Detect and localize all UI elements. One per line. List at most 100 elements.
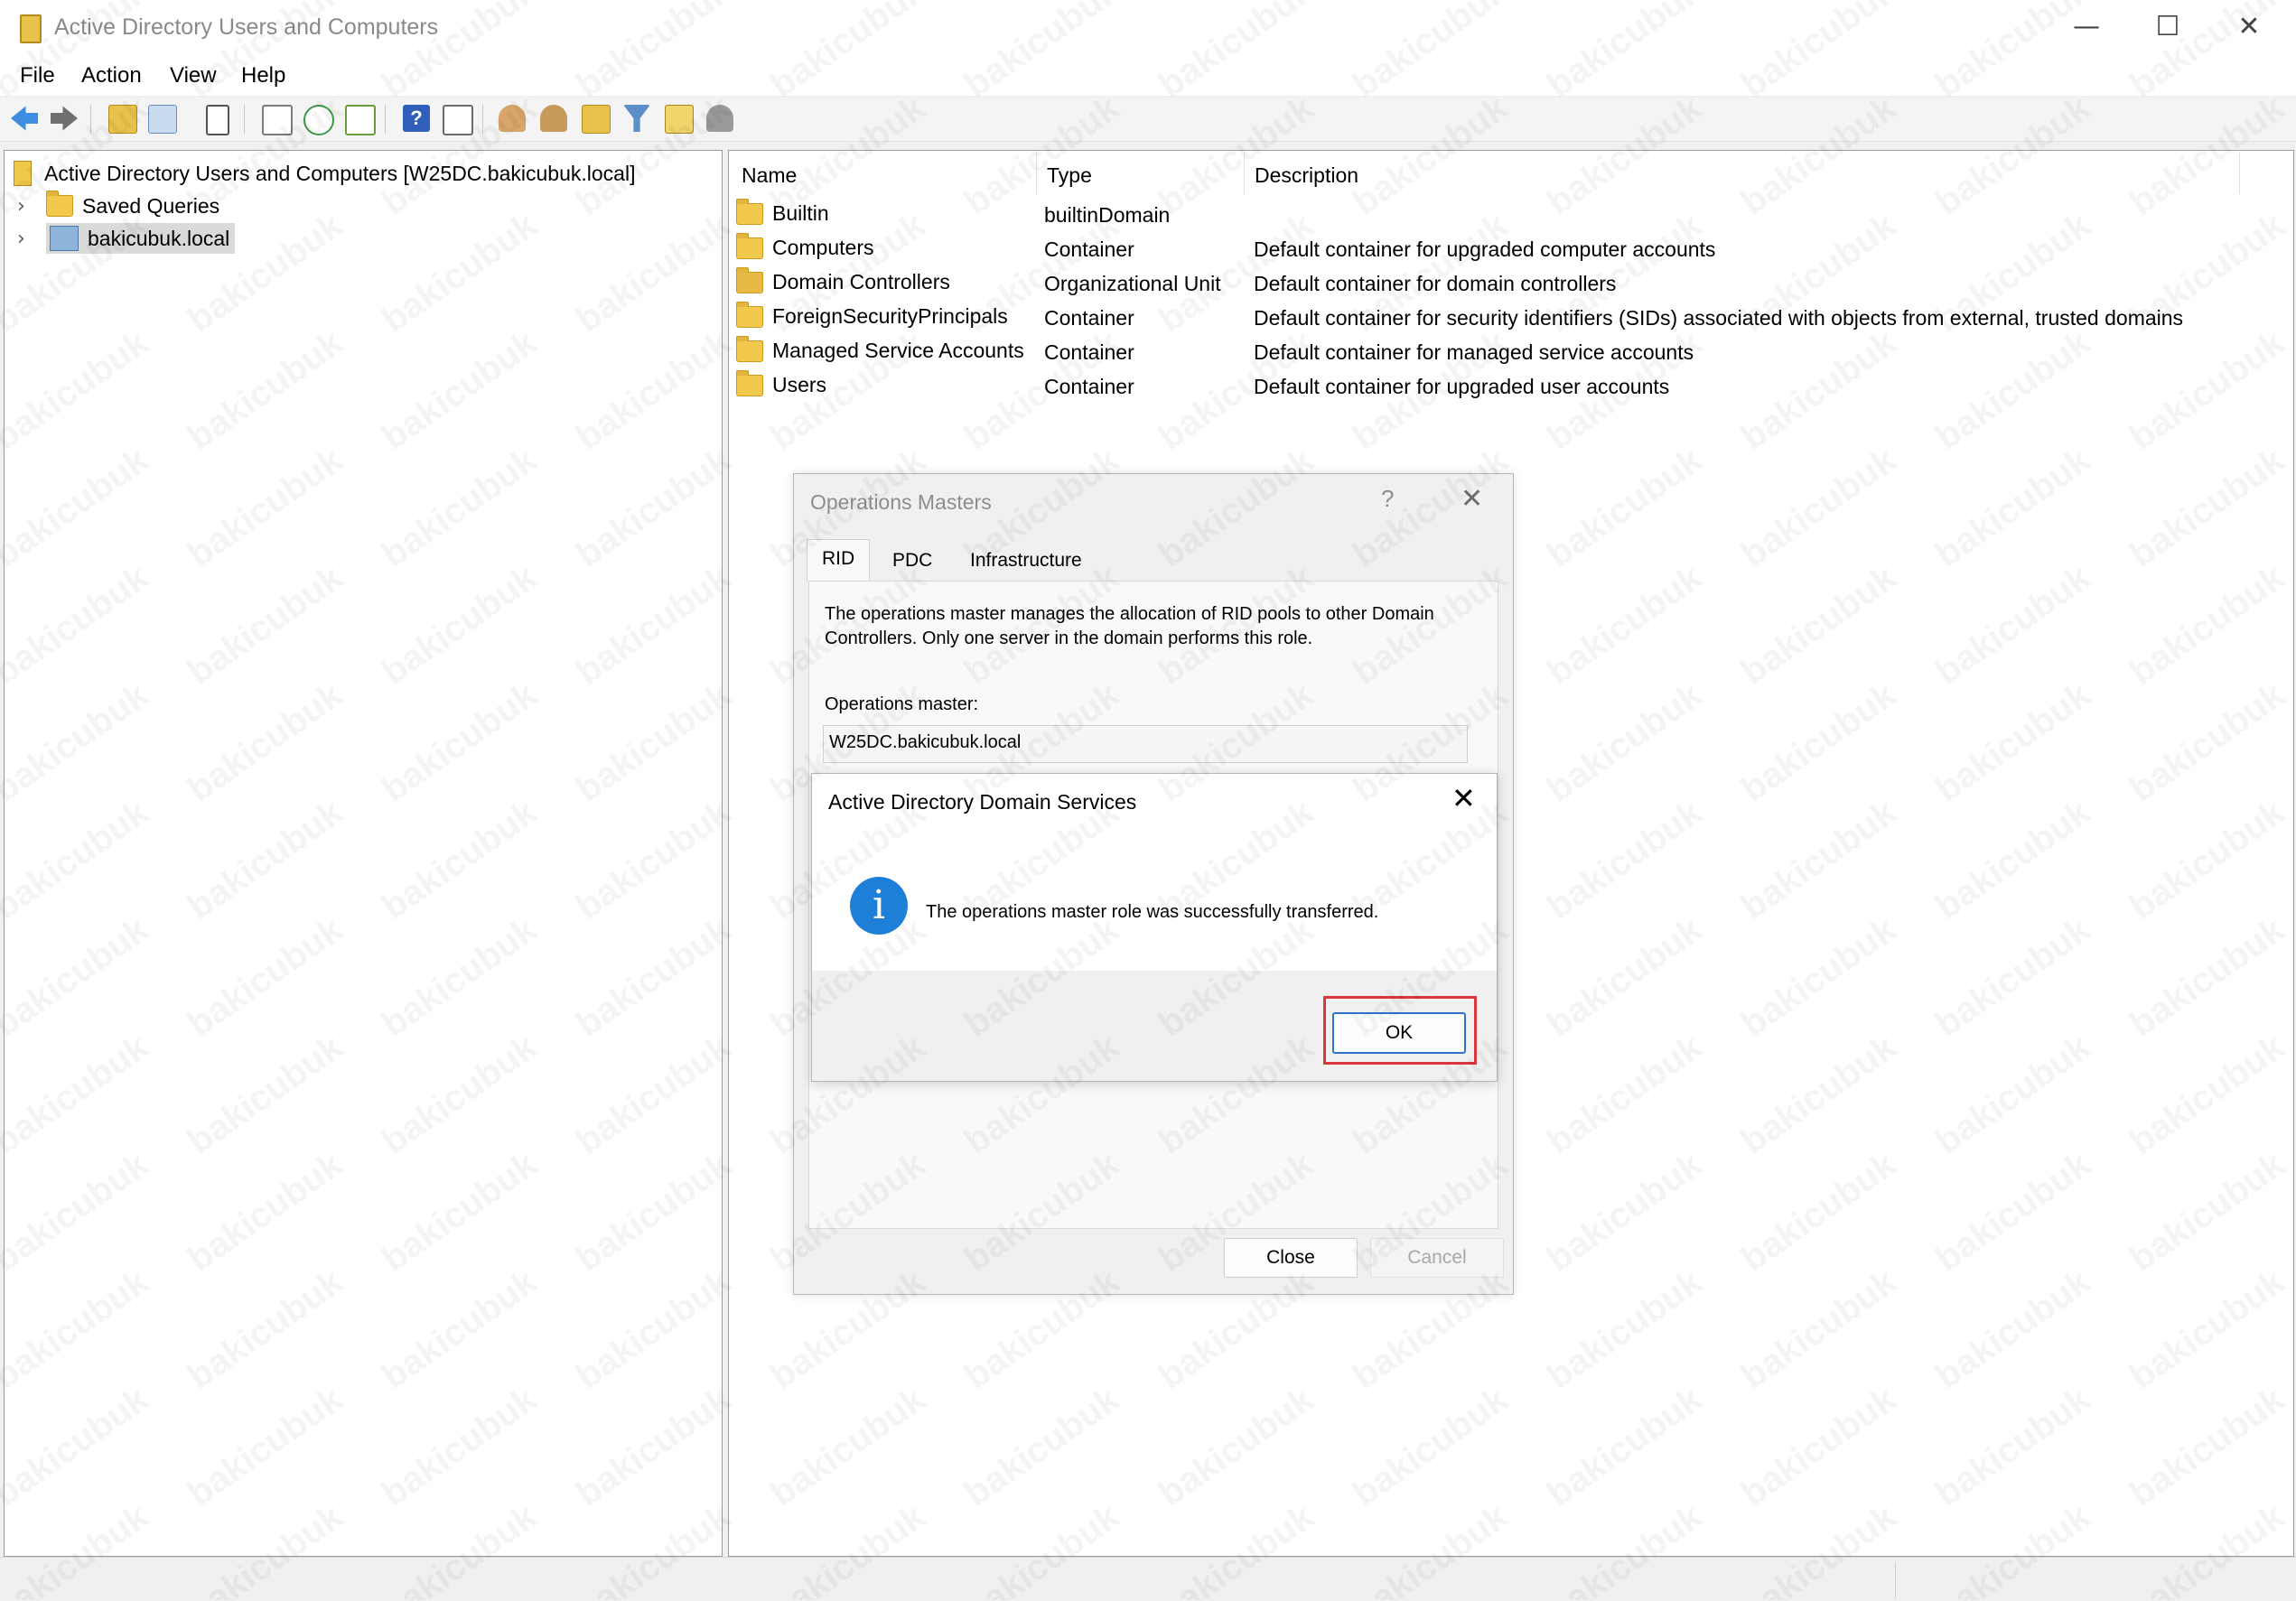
minimize-button[interactable]: — [2068,11,2105,43]
menu-file[interactable]: File [20,63,55,88]
show-console-tree-icon[interactable] [148,105,177,134]
tab-infrastructure[interactable]: Infrastructure [955,541,1097,580]
info-icon: i [850,877,908,935]
clipboard-icon[interactable] [206,105,229,135]
up-folder-icon[interactable] [108,105,137,134]
cancel-button[interactable]: Cancel [1370,1238,1504,1278]
folder-icon [736,369,763,396]
list-item[interactable]: Builtin builtinDomain [729,198,2264,230]
folder-icon [46,191,73,217]
close-window-button[interactable]: ✕ [2231,11,2267,43]
item-type: Container [1044,237,1134,261]
list-item[interactable]: Computers Container Default container fo… [729,232,2264,265]
maximize-button[interactable]: ☐ [2150,11,2186,43]
column-description[interactable]: Description [1255,163,1358,188]
aduc-app-icon [20,14,42,43]
toolbar-separator [244,105,245,134]
status-bar-divider [1895,1562,1896,1598]
tree-item-saved-queries[interactable]: › Saved Queries [17,191,219,221]
item-description: Default container for upgraded computer … [1254,237,1716,261]
column-name[interactable]: Name [742,163,797,188]
status-bar [0,1557,2296,1601]
item-description: Default container for domain controllers [1254,272,1617,295]
tree-root-label: Active Directory Users and Computers [W2… [44,161,636,185]
dialog-close-button[interactable]: ✕ [1461,483,1483,515]
column-type[interactable]: Type [1047,163,1092,188]
message-box-close-button[interactable]: ✕ [1451,781,1476,815]
close-button[interactable]: Close [1224,1238,1358,1278]
chevron-right-icon[interactable]: › [17,228,35,250]
item-type: builtinDomain [1044,203,1171,227]
help-icon[interactable]: ? [403,105,430,132]
adds-message-box: Active Directory Domain Services ✕ i The… [811,773,1498,1082]
item-name: Domain Controllers [772,270,950,293]
item-name: Builtin [772,201,829,225]
list-item[interactable]: Users Container Default container for up… [729,369,2264,402]
tab-pdc[interactable]: PDC [877,541,948,580]
new-group-icon[interactable] [540,105,567,132]
item-description: Default container for managed service ac… [1254,340,1694,364]
item-name: Managed Service Accounts [772,339,1024,362]
tree-item-label: bakicubuk.local [88,226,230,250]
list-item[interactable]: ForeignSecurityPrincipals Container Defa… [729,301,2264,333]
column-divider[interactable] [1244,153,1245,194]
delegate-icon[interactable] [706,105,733,132]
filter-icon[interactable] [623,105,650,132]
help-button[interactable]: ? [1381,485,1394,513]
chevron-right-icon[interactable]: › [17,195,35,218]
item-name: Users [772,373,827,396]
export-list-icon[interactable] [345,105,376,135]
window-title: Active Directory Users and Computers [54,14,439,40]
back-arrow-icon[interactable] [11,106,38,131]
item-type: Organizational Unit [1044,272,1221,295]
folder-icon [736,335,763,362]
domain-icon [50,226,79,251]
dialog-title: Operations Masters [810,490,992,514]
tree-root[interactable]: Active Directory Users and Computers [W2… [14,158,635,189]
menu-help[interactable]: Help [241,63,285,88]
menu-bar: File Action View Help [0,56,2296,96]
tree-item-domain[interactable]: › bakicubuk.local [17,223,236,254]
column-header: Name Type Description [729,151,2293,194]
title-bar: Active Directory Users and Computers — ☐… [0,0,2296,56]
toolbar-separator [385,105,386,134]
tree-item-selected: bakicubuk.local [46,223,236,254]
ok-button[interactable]: OK [1332,1012,1466,1054]
toolbar-separator [90,105,91,134]
new-user-icon[interactable] [499,105,526,132]
column-divider[interactable] [2239,153,2240,194]
list-item[interactable]: Managed Service Accounts Container Defau… [729,335,2264,368]
folder-icon [736,232,763,259]
operations-master-value: W25DC.bakicubuk.local [829,732,1022,752]
column-divider[interactable] [1036,153,1037,194]
item-name: Computers [772,236,874,259]
tab-rid[interactable]: RID [807,539,871,582]
new-ou-icon[interactable] [582,105,611,134]
item-type: Container [1044,375,1134,398]
menu-view[interactable]: View [170,63,217,88]
item-description: Default container for security identifie… [1254,306,2184,330]
menu-action[interactable]: Action [81,63,142,88]
show-action-pane-icon[interactable] [443,105,473,135]
rid-description: The operations master manages the alloca… [825,604,1434,648]
find-icon[interactable] [665,105,694,134]
tree-item-label: Saved Queries [82,193,220,218]
item-type: Container [1044,340,1134,364]
message-box-title: Active Directory Domain Services [828,790,1137,814]
ou-folder-icon [736,266,763,293]
operations-master-field[interactable]: W25DC.bakicubuk.local [823,725,1468,763]
toolbar: ? [0,98,2296,142]
message-text: The operations master role was successfu… [926,902,1379,922]
forward-arrow-icon[interactable] [51,106,78,131]
item-name: ForeignSecurityPrincipals [772,304,1008,328]
operations-master-label: Operations master: [825,694,979,714]
console-tree-pane: Active Directory Users and Computers [W2… [4,150,723,1557]
refresh-icon[interactable] [303,105,334,135]
list-item[interactable]: Domain Controllers Organizational Unit D… [729,266,2264,299]
folder-icon [736,198,763,225]
toolbar-separator [482,105,483,134]
item-type: Container [1044,306,1134,330]
aduc-snapin-icon [14,161,32,186]
properties-icon[interactable] [262,105,293,135]
folder-icon [736,301,763,328]
